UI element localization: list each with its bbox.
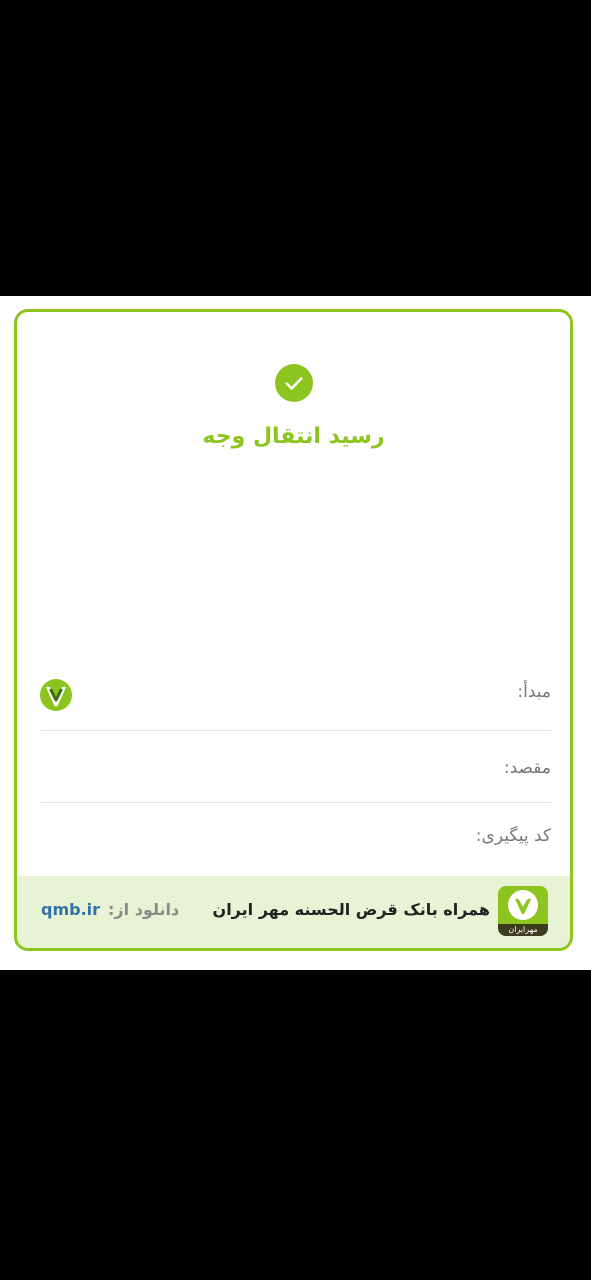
divider [41,730,551,731]
check-circle-icon [275,364,313,402]
bank-check-icon [40,679,72,711]
receipt-title: رسید انتقال وجه [202,424,385,449]
app-logo: مهرایران [498,886,548,936]
origin-label: مبدأ: [517,682,551,702]
logo-text: مهرایران [498,924,548,936]
download-label: دانلود از: [108,900,180,919]
download-info: دانلود از: qmb.ir [41,900,179,919]
tracking-code-label: کد پیگیری: [475,826,551,846]
receipt-card: رسید انتقال وجه مبدأ: مقصد: کد پیگیری: م… [14,309,573,951]
app-name: همراه بانک قرض الحسنه مهر ایران [212,900,490,919]
footer: مهرایران همراه بانک قرض الحسنه مهر ایران… [17,876,570,948]
download-link[interactable]: qmb.ir [41,900,100,919]
divider [41,802,551,803]
destination-label: مقصد: [503,758,551,778]
bank-logo-icon [508,890,538,920]
